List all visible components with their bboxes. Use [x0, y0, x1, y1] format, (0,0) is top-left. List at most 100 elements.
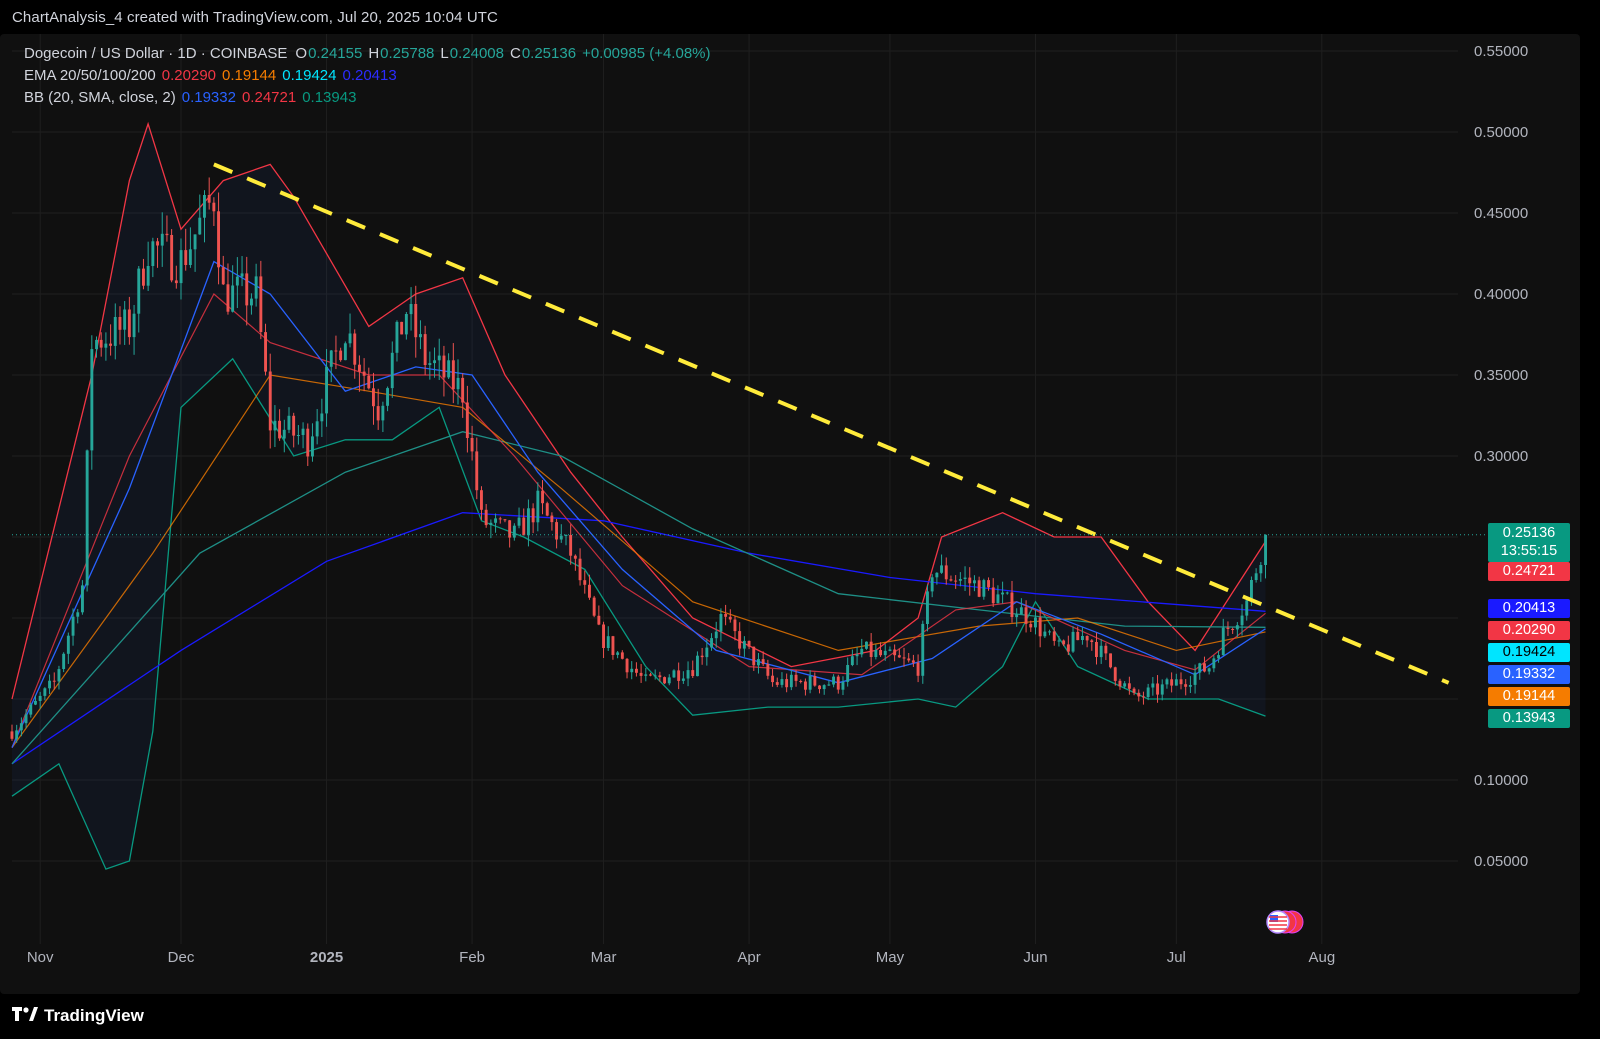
candle-body: [846, 665, 849, 682]
y-tick-label: 0.40000: [1474, 286, 1528, 303]
candle-body: [104, 344, 107, 348]
candle-body: [1015, 614, 1018, 617]
candle-body: [682, 679, 685, 681]
candle-body: [1189, 685, 1192, 687]
candle-body: [785, 679, 788, 687]
candle-body: [879, 650, 882, 655]
candle-body: [579, 559, 582, 581]
candle-body: [363, 372, 366, 376]
legend-high-label: H: [368, 45, 379, 62]
candle-body: [997, 594, 1000, 603]
candle-body: [53, 681, 56, 682]
candle-body: [1043, 632, 1046, 637]
legend-bb-mid: 0.19332: [182, 89, 236, 106]
candle-body: [701, 656, 704, 657]
candle-body: [461, 378, 464, 403]
candle-body: [748, 641, 751, 647]
last-price-value: 0.25136: [1488, 524, 1570, 542]
candle-body: [264, 332, 267, 372]
candle-body: [222, 267, 225, 284]
candle-body: [921, 624, 924, 676]
candle-body: [898, 655, 901, 657]
candle-body: [396, 322, 399, 353]
candle-body: [644, 674, 647, 675]
candle-body: [550, 516, 553, 523]
candle-body: [827, 685, 830, 686]
candle-body: [621, 652, 624, 658]
candle-body: [170, 235, 173, 280]
legend-close: 0.25136: [522, 45, 576, 62]
candle-body: [86, 450, 89, 585]
candle-body: [1217, 655, 1220, 658]
x-tick-label: Nov: [27, 949, 54, 966]
candle-body: [766, 664, 769, 676]
candle-body: [931, 577, 934, 591]
candle-body: [541, 491, 544, 504]
candle-body: [292, 416, 295, 436]
candle-body: [729, 617, 732, 620]
candle-body: [438, 356, 441, 361]
candle-body: [1236, 625, 1239, 629]
ema20-price-label: 0.20290: [1488, 621, 1570, 640]
candle-body: [194, 234, 197, 249]
candle-body: [583, 580, 586, 585]
candle-body: [1170, 679, 1173, 685]
candle-body: [386, 388, 389, 406]
chart-panel[interactable]: 0.550000.500000.450000.400000.350000.300…: [0, 34, 1580, 994]
candle-body: [58, 669, 61, 681]
candle-body: [799, 681, 802, 682]
candle-body: [175, 280, 178, 283]
candle-body: [231, 286, 234, 312]
candle-body: [227, 284, 230, 311]
candle-body: [626, 659, 629, 672]
candle-body: [67, 636, 70, 654]
ema200-price-label: 0.20413: [1488, 599, 1570, 618]
candle-body: [391, 353, 394, 388]
candle-body: [269, 372, 272, 431]
price-chart[interactable]: 0.550000.500000.450000.400000.350000.300…: [0, 34, 1580, 994]
candle-body: [978, 580, 981, 597]
legend-bb-low: 0.13943: [302, 89, 356, 106]
candle-body: [414, 304, 417, 337]
ema100-price-label: 0.19424: [1488, 643, 1570, 662]
candle-body: [81, 585, 84, 612]
candle-body: [687, 670, 690, 678]
candle-body: [860, 649, 863, 655]
candle-body: [654, 675, 657, 676]
legend-bb-row[interactable]: BB (20, SMA, close, 2)0.193320.247210.13…: [24, 89, 362, 106]
y-tick-label: 0.50000: [1474, 124, 1528, 141]
candle-body: [964, 578, 967, 579]
x-tick-label: Apr: [737, 949, 760, 966]
candle-body: [527, 508, 530, 535]
candle-body: [1241, 616, 1244, 626]
candle-body: [137, 269, 140, 314]
candle-body: [1231, 629, 1234, 630]
candle-body: [381, 406, 384, 421]
candle-body: [1095, 642, 1098, 657]
legend-symbol[interactable]: Dogecoin / US Dollar · 1D · COINBASE: [24, 45, 287, 62]
legend-symbol-row[interactable]: Dogecoin / US Dollar · 1D · COINBASEO0.2…: [24, 45, 717, 62]
candle-body: [198, 218, 201, 235]
legend-ema-row[interactable]: EMA 20/50/100/2000.202900.191440.194240.…: [24, 67, 403, 84]
candle-body: [1133, 689, 1136, 693]
candle-body: [1184, 684, 1187, 687]
candle-body: [856, 654, 859, 656]
legend-change: +0.00985 (+4.08%): [582, 45, 710, 62]
candle-body: [668, 677, 671, 683]
legend-bb-label[interactable]: BB (20, SMA, close, 2): [24, 89, 176, 106]
candle-body: [372, 388, 375, 406]
candle-body: [278, 421, 281, 439]
candle-body: [241, 273, 244, 276]
legend-ema-label[interactable]: EMA 20/50/100/200: [24, 67, 156, 84]
candle-body: [405, 314, 408, 334]
candle-body: [452, 360, 455, 389]
candle-body: [752, 647, 755, 666]
candle-body: [813, 676, 816, 686]
candle-body: [658, 675, 661, 677]
tradingview-logo[interactable]: TradingView: [12, 1006, 144, 1026]
candle-body: [574, 556, 577, 559]
candle-body: [302, 429, 305, 435]
candle-body: [203, 195, 206, 218]
candle-body: [489, 523, 492, 525]
candle-body: [1119, 681, 1122, 687]
